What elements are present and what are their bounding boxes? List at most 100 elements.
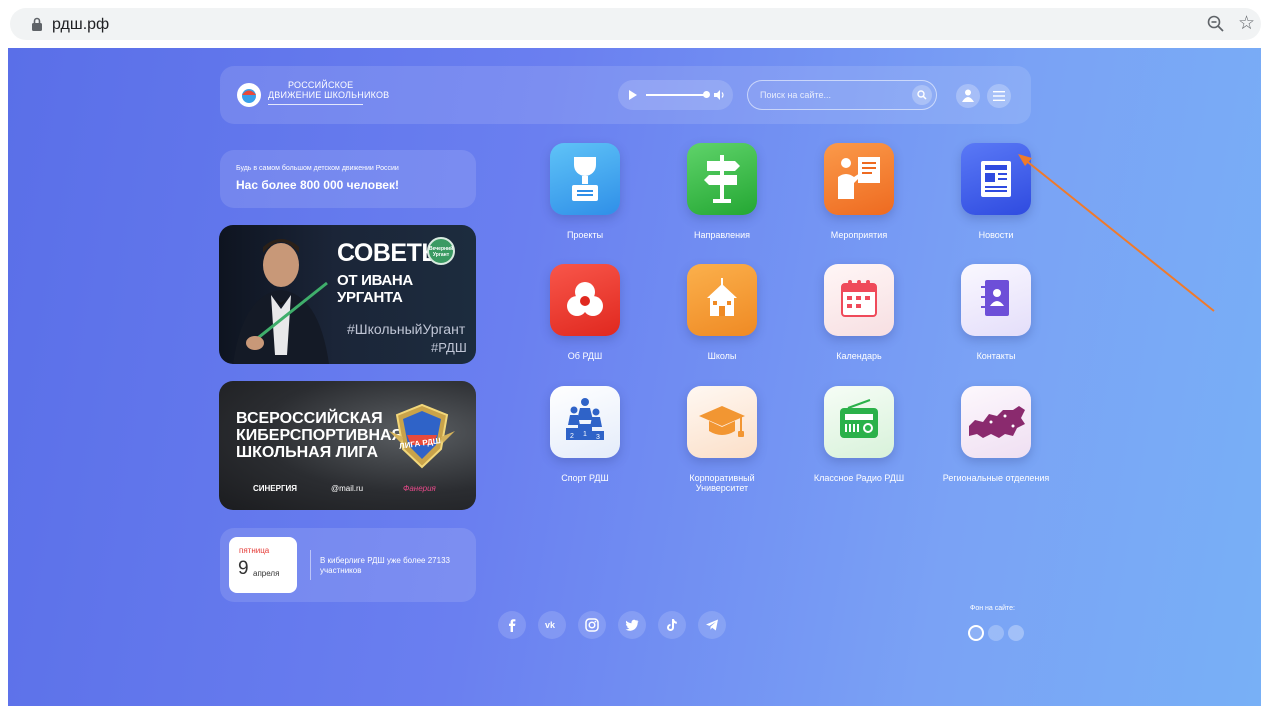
address-field[interactable]	[10, 8, 1261, 40]
audio-player	[618, 80, 733, 110]
search-input[interactable]	[760, 87, 910, 103]
tile-projects-icon-bg	[550, 143, 620, 215]
presentation-icon	[838, 157, 880, 199]
tiktok-link[interactable]	[658, 611, 686, 639]
annotation-arrow	[1018, 154, 1215, 312]
urgant-banner[interactable]: СОВЕТЫ ОТ ИВАНА УРГАНТА Вечерний Ургант …	[219, 225, 476, 364]
facebook-icon	[509, 619, 516, 632]
url-text[interactable]: рдш.рф	[52, 16, 109, 34]
badge-text: Вечерний Ургант	[429, 246, 454, 258]
tile-regions-label: Региональные отделения	[942, 473, 1050, 483]
background-option-light[interactable]	[968, 625, 984, 641]
tile-regions[interactable]: Региональные отделения	[941, 386, 1051, 506]
twitter-link[interactable]	[618, 611, 646, 639]
trophy-icon	[572, 157, 598, 201]
calendar-icon	[841, 280, 877, 317]
vk-link[interactable]: vk	[538, 611, 566, 639]
banner2-line-2: киберспортивная	[236, 427, 404, 444]
page-bottom-strip	[0, 706, 1261, 718]
speaker-icon[interactable]	[714, 90, 726, 100]
hamburger-icon	[993, 91, 1005, 101]
date-day-number: 9	[238, 558, 249, 579]
social-links: vk	[498, 611, 726, 641]
tile-events-icon-bg	[824, 143, 894, 215]
tile-university-icon-bg	[687, 386, 757, 458]
tile-sport-label: Спорт РДШ	[561, 473, 609, 483]
banner1-hashtag-rdsh: #РДШ	[431, 340, 467, 355]
tile-university-label: Корпоративный Университет	[689, 473, 755, 493]
volume-slider[interactable]	[646, 94, 706, 96]
rdsh-logo-icon	[567, 282, 603, 316]
search-icon	[917, 90, 927, 100]
browser-address-bar: рдш.рф ☆	[0, 0, 1261, 48]
sponsor-synergy: СИНЕРГИЯ	[253, 484, 298, 493]
tile-schools-icon-bg	[687, 264, 757, 336]
tile-radio-label: Классное Радио РДШ	[813, 473, 905, 483]
date-announcement[interactable]: В киберлиге РДШ уже более 27133 участник…	[320, 556, 470, 576]
telegram-icon	[706, 619, 718, 631]
lock-icon[interactable]	[30, 17, 44, 32]
signpost-icon	[704, 155, 740, 203]
tile-university[interactable]: Корпоративный Университет	[667, 386, 777, 506]
tile-events[interactable]: Мероприятия	[804, 143, 914, 263]
background-picker-label: Фон на сайте:	[970, 605, 1015, 612]
instagram-icon	[585, 618, 599, 632]
sponsor-row: СИНЕРГИЯ @mail.ru Фанерия	[253, 484, 463, 498]
tiktok-icon	[667, 619, 677, 631]
tile-contacts-label: Контакты	[976, 351, 1016, 361]
search-button[interactable]	[912, 85, 932, 105]
volume-knob[interactable]	[703, 91, 710, 98]
urgant-badge: Вечерний Ургант	[427, 237, 455, 265]
tile-sport-icon-bg: 1 2 3	[550, 386, 620, 458]
background-option-blue[interactable]	[988, 625, 1004, 641]
background-option-lightblue[interactable]	[1008, 625, 1024, 641]
svg-text:3: 3	[596, 434, 600, 441]
zoom-out-icon[interactable]	[1206, 14, 1226, 34]
school-icon	[707, 278, 737, 316]
tile-about[interactable]: Об РДШ	[530, 264, 640, 384]
logo-text[interactable]: Российское Движение школьников	[268, 80, 389, 100]
site-header: Российское Движение школьников	[220, 66, 1031, 124]
logo-line-2: Движение школьников	[268, 90, 390, 100]
user-button[interactable]	[956, 84, 980, 108]
tile-calendar-icon-bg	[824, 264, 894, 336]
banner1-subtitle: ОТ ИВАНА УРГАНТА	[337, 272, 413, 306]
logo-underline	[268, 104, 363, 105]
banner2-line-1: Всероссийская	[236, 410, 383, 427]
facebook-link[interactable]	[498, 611, 526, 639]
tile-radio-icon-bg	[824, 386, 894, 458]
play-icon[interactable]	[628, 90, 638, 100]
tile-about-icon-bg	[550, 264, 620, 336]
radio-icon	[840, 399, 878, 438]
tile-directions[interactable]: Направления	[667, 143, 777, 263]
tile-calendar[interactable]: Календарь	[804, 264, 914, 384]
tile-schools[interactable]: Школы	[667, 264, 777, 384]
graduation-cap-icon	[699, 406, 745, 437]
rdsh-logo-icon[interactable]	[236, 82, 262, 108]
menu-button[interactable]	[987, 84, 1011, 108]
search-box	[747, 80, 937, 110]
tile-directions-label: Направления	[693, 230, 751, 240]
league-emblem-icon	[389, 403, 455, 469]
tile-projects[interactable]: Проекты	[530, 143, 640, 263]
banner2-title: Всероссийская киберспортивная школьная л…	[236, 410, 403, 461]
telegram-link[interactable]	[698, 611, 726, 639]
promo-title: Нас более 800 000 человек!	[236, 178, 399, 192]
date-card: пятница 9 апреля В киберлиге РДШ уже бол…	[220, 528, 476, 602]
star-icon[interactable]: ☆	[1238, 12, 1255, 35]
date-box: пятница 9 апреля	[229, 537, 297, 593]
svg-text:vk: vk	[545, 620, 556, 630]
tile-projects-label: Проекты	[566, 230, 604, 240]
russia-map-icon	[969, 406, 1025, 438]
tile-radio[interactable]: Классное Радио РДШ	[804, 386, 914, 506]
svg-text:1: 1	[583, 431, 587, 438]
user-icon	[962, 89, 974, 102]
logo-line-1: Российское	[288, 80, 354, 90]
instagram-link[interactable]	[578, 611, 606, 639]
date-divider	[310, 550, 311, 580]
tile-sport[interactable]: 1 2 3 Спорт РДШ	[530, 386, 640, 506]
promo-card: Будь в самом большом детском движении Ро…	[220, 150, 476, 208]
tile-regions-icon-bg	[961, 386, 1031, 458]
cyber-league-banner[interactable]: Всероссийская киберспортивная школьная л…	[219, 381, 476, 510]
tile-about-label: Об РДШ	[567, 351, 603, 361]
